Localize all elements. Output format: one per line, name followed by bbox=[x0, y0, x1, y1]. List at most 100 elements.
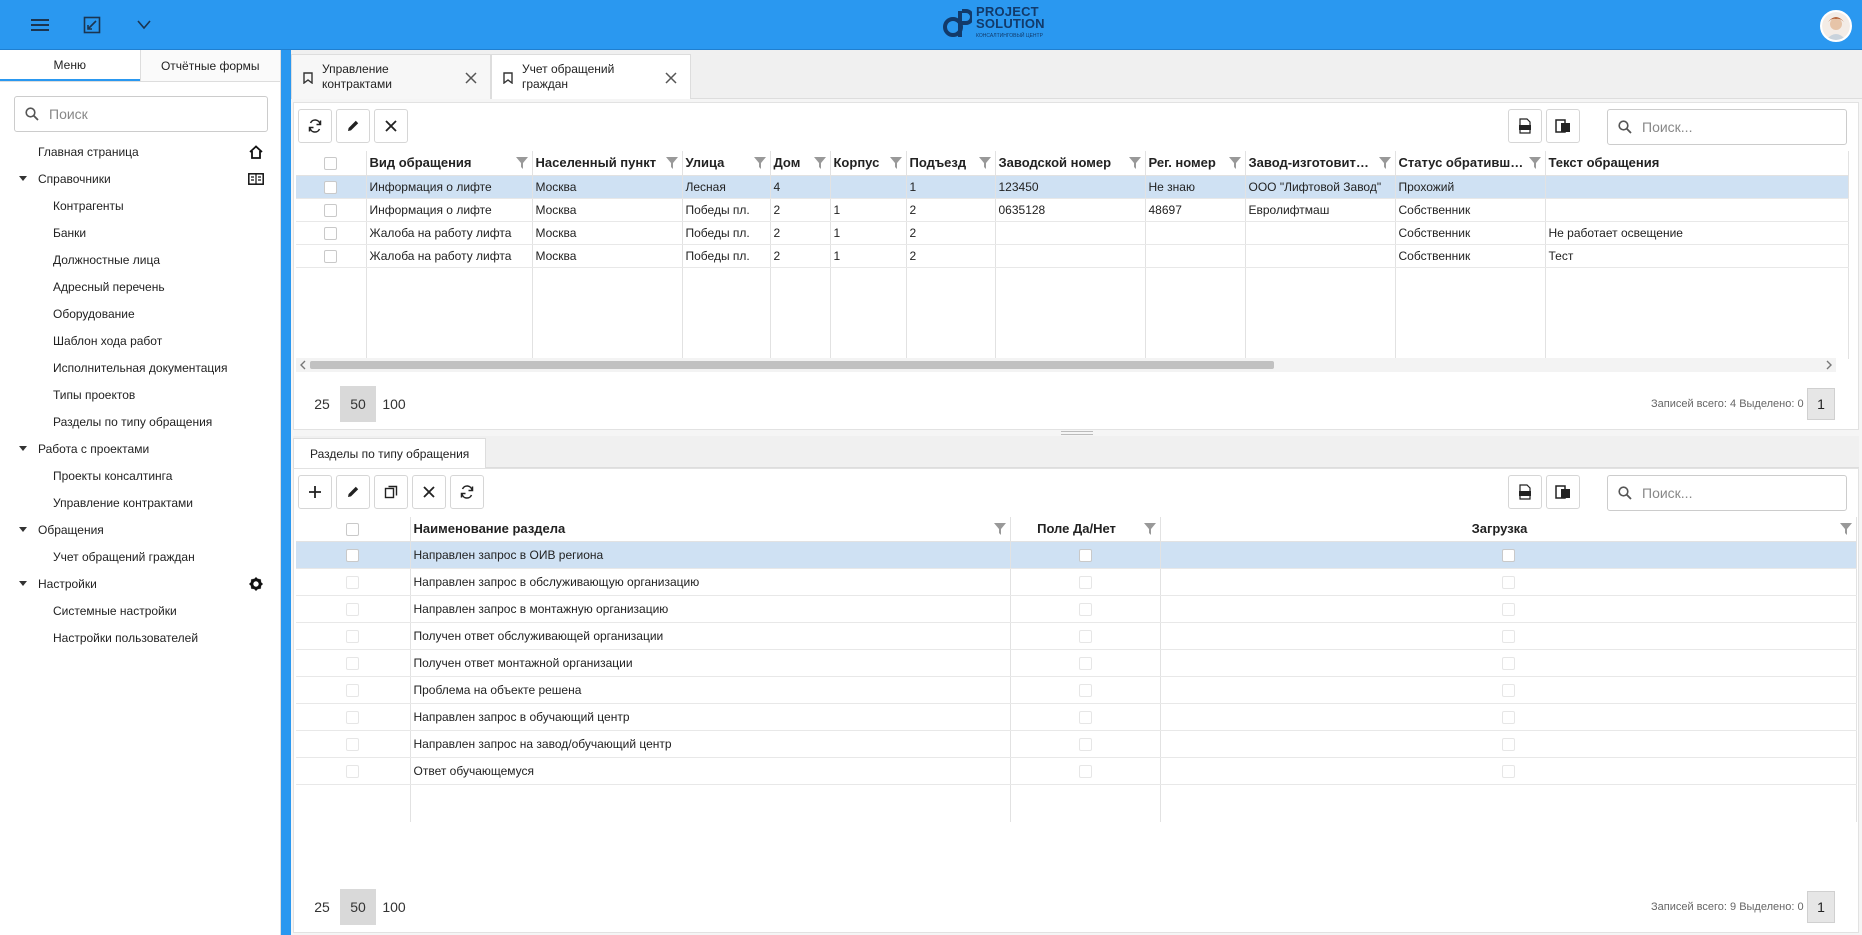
yes-no-checkbox[interactable] bbox=[1078, 737, 1092, 751]
col-section-name[interactable]: Наименование раздела bbox=[410, 517, 1011, 542]
sidebar-item-address-list[interactable]: Адресный перечень bbox=[0, 273, 281, 300]
refresh-button[interactable] bbox=[450, 475, 484, 509]
sidebar-item-settings[interactable]: Настройки bbox=[0, 570, 281, 597]
yes-no-checkbox[interactable] bbox=[1078, 764, 1092, 778]
col-street[interactable]: Улица bbox=[682, 151, 771, 176]
sidebar-search-input[interactable] bbox=[47, 105, 247, 123]
filter-icon[interactable] bbox=[1128, 157, 1141, 169]
collapse-window-icon[interactable] bbox=[79, 12, 105, 38]
select-all-checkbox[interactable] bbox=[324, 157, 338, 171]
columns-settings-button[interactable] bbox=[1546, 475, 1580, 509]
sidebar-item-contract-management[interactable]: Управление контрактами bbox=[0, 489, 281, 516]
bottom-page-number[interactable]: 1 bbox=[1807, 891, 1835, 923]
refresh-button[interactable] bbox=[298, 109, 332, 143]
sidebar-item-request-sections[interactable]: Разделы по типу обращения bbox=[0, 408, 281, 435]
close-icon[interactable] bbox=[664, 71, 678, 85]
col-serial-number[interactable]: Заводской номер bbox=[995, 151, 1146, 176]
col-reg-number[interactable]: Рег. номер bbox=[1145, 151, 1246, 176]
upload-checkbox[interactable] bbox=[1501, 602, 1515, 616]
upload-checkbox[interactable] bbox=[1501, 737, 1515, 751]
hamburger-menu-icon[interactable] bbox=[27, 12, 53, 38]
table-row[interactable]: Получен ответ обслуживающей организации bbox=[296, 622, 1857, 650]
yes-no-checkbox[interactable] bbox=[1078, 683, 1092, 697]
sidebar-item-consulting-projects[interactable]: Проекты консалтинга bbox=[0, 462, 281, 489]
row-checkbox[interactable] bbox=[346, 548, 360, 562]
row-checkbox[interactable] bbox=[324, 180, 338, 194]
table-row[interactable]: Жалоба на работу лифта Москва Победы пл. 2 1… bbox=[296, 221, 1849, 245]
row-checkbox[interactable] bbox=[346, 710, 360, 724]
filter-icon[interactable] bbox=[515, 157, 528, 169]
row-checkbox[interactable] bbox=[346, 764, 360, 778]
upload-checkbox[interactable] bbox=[1501, 683, 1515, 697]
col-upload[interactable]: Загрузка bbox=[1160, 517, 1857, 542]
sidebar-item-exec-docs[interactable]: Исполнительная документация bbox=[0, 354, 281, 381]
table-row[interactable]: Направлен запрос в обучающий центр bbox=[296, 703, 1857, 731]
sidebar-item-user-settings[interactable]: Настройки пользователей bbox=[0, 624, 281, 651]
row-checkbox[interactable] bbox=[346, 737, 360, 751]
delete-button[interactable] bbox=[412, 475, 446, 509]
table-row[interactable]: Направлен запрос в ОИВ региона bbox=[296, 541, 1857, 569]
page-size-100[interactable]: 100 bbox=[376, 386, 412, 422]
upload-checkbox[interactable] bbox=[1501, 656, 1515, 670]
row-checkbox[interactable] bbox=[346, 602, 360, 616]
copy-button[interactable] bbox=[374, 475, 408, 509]
bottom-grid-search-input[interactable] bbox=[1640, 484, 1830, 502]
page-size-50[interactable]: 50 bbox=[340, 386, 376, 422]
filter-icon[interactable] bbox=[1378, 157, 1391, 169]
scroll-right-icon[interactable] bbox=[1825, 358, 1833, 372]
sidebar-item-directories[interactable]: Справочники bbox=[0, 165, 281, 192]
filter-icon[interactable] bbox=[1228, 157, 1241, 169]
col-yes-no-field[interactable]: Поле Да/Нет bbox=[1010, 517, 1161, 542]
col-locality[interactable]: Населенный пункт bbox=[532, 151, 683, 176]
row-checkbox[interactable] bbox=[346, 656, 360, 670]
top-grid-search[interactable] bbox=[1607, 109, 1847, 145]
filter-icon[interactable] bbox=[1839, 523, 1852, 535]
top-grid-search-input[interactable] bbox=[1640, 118, 1830, 136]
columns-settings-button[interactable] bbox=[1546, 109, 1580, 143]
yes-no-checkbox[interactable] bbox=[1078, 575, 1092, 589]
sidebar-item-banks[interactable]: Банки bbox=[0, 219, 281, 246]
filter-icon[interactable] bbox=[1528, 157, 1541, 169]
filter-icon[interactable] bbox=[813, 157, 826, 169]
doc-tab-contracts[interactable]: Управление контрактами bbox=[291, 54, 491, 99]
panel-splitter-handle[interactable] bbox=[1061, 431, 1093, 435]
sidebar-item-projects-work[interactable]: Работа с проектами bbox=[0, 435, 281, 462]
row-checkbox[interactable] bbox=[346, 629, 360, 643]
edit-button[interactable] bbox=[336, 475, 370, 509]
upload-checkbox[interactable] bbox=[1501, 575, 1515, 589]
yes-no-checkbox[interactable] bbox=[1078, 602, 1092, 616]
user-avatar[interactable] bbox=[1820, 10, 1852, 42]
page-size-25[interactable]: 25 bbox=[304, 889, 340, 925]
row-checkbox[interactable] bbox=[346, 575, 360, 589]
row-checkbox[interactable] bbox=[346, 683, 360, 697]
export-csv-button[interactable] bbox=[1508, 109, 1542, 143]
row-checkbox[interactable] bbox=[324, 226, 338, 240]
yes-no-checkbox[interactable] bbox=[1078, 710, 1092, 724]
row-checkbox[interactable] bbox=[324, 203, 338, 217]
upload-checkbox[interactable] bbox=[1501, 629, 1515, 643]
sidebar-item-citizen-requests[interactable]: Учет обращений граждан bbox=[0, 543, 281, 570]
sidebar-item-counterparties[interactable]: Контрагенты bbox=[0, 192, 281, 219]
yes-no-checkbox[interactable] bbox=[1078, 548, 1092, 562]
sidebar-item-equipment[interactable]: Оборудование bbox=[0, 300, 281, 327]
scroll-left-icon[interactable] bbox=[299, 358, 307, 372]
col-manufacturer[interactable]: Завод-изготовитель bbox=[1245, 151, 1396, 176]
col-request-type[interactable]: Вид обращения bbox=[366, 151, 533, 176]
sidebar-item-officials[interactable]: Должностные лица bbox=[0, 246, 281, 273]
col-request-text[interactable]: Текст обращения bbox=[1545, 151, 1849, 176]
col-house[interactable]: Дом bbox=[770, 151, 831, 176]
select-all-checkbox[interactable] bbox=[346, 523, 360, 537]
yes-no-checkbox[interactable] bbox=[1078, 629, 1092, 643]
page-size-100[interactable]: 100 bbox=[376, 889, 412, 925]
table-row[interactable]: Информация о лифте Москва Победы пл. 2 1 2 063… bbox=[296, 198, 1849, 222]
table-row[interactable]: Жалоба на работу лифта Москва Победы пл. 2 1… bbox=[296, 244, 1849, 268]
dropdown-caret-icon[interactable] bbox=[131, 12, 157, 38]
sidebar-item-requests[interactable]: Обращения bbox=[0, 516, 281, 543]
add-button[interactable] bbox=[298, 475, 332, 509]
sidebar-item-project-types[interactable]: Типы проектов bbox=[0, 381, 281, 408]
upload-checkbox[interactable] bbox=[1501, 548, 1515, 562]
horizontal-scrollbar[interactable] bbox=[296, 358, 1836, 372]
sidebar-item-home[interactable]: Главная страница bbox=[0, 138, 281, 165]
tab-menu[interactable]: Меню bbox=[0, 50, 140, 81]
filter-icon[interactable] bbox=[753, 157, 766, 169]
